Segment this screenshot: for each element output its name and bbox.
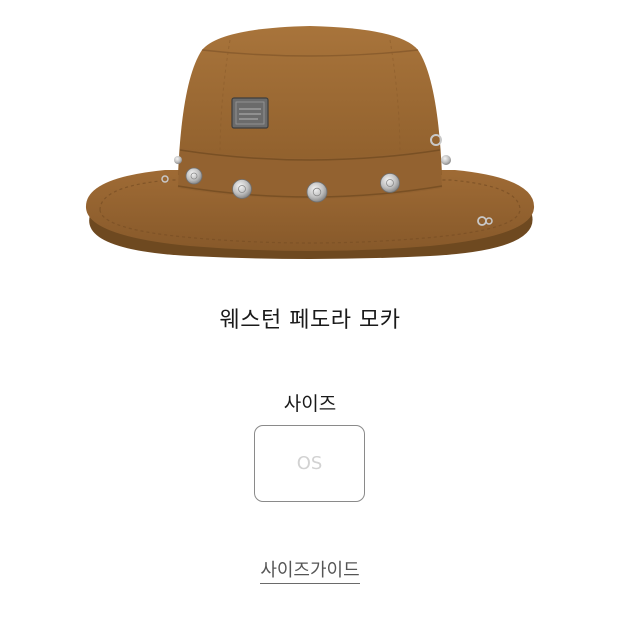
size-guide-label[interactable]: 사이즈가이드 xyxy=(260,560,360,584)
bucket-hat-icon xyxy=(85,26,535,259)
size-guide-link[interactable]: 사이즈가이드 xyxy=(0,556,620,584)
metal-patch-icon xyxy=(231,97,269,129)
size-heading: 사이즈 xyxy=(283,393,337,415)
product-image xyxy=(70,10,550,270)
size-option-label: OS xyxy=(296,453,323,474)
size-option-os[interactable]: OS xyxy=(254,425,365,502)
product-title: 웨스턴 페도라 모카 xyxy=(219,308,401,333)
